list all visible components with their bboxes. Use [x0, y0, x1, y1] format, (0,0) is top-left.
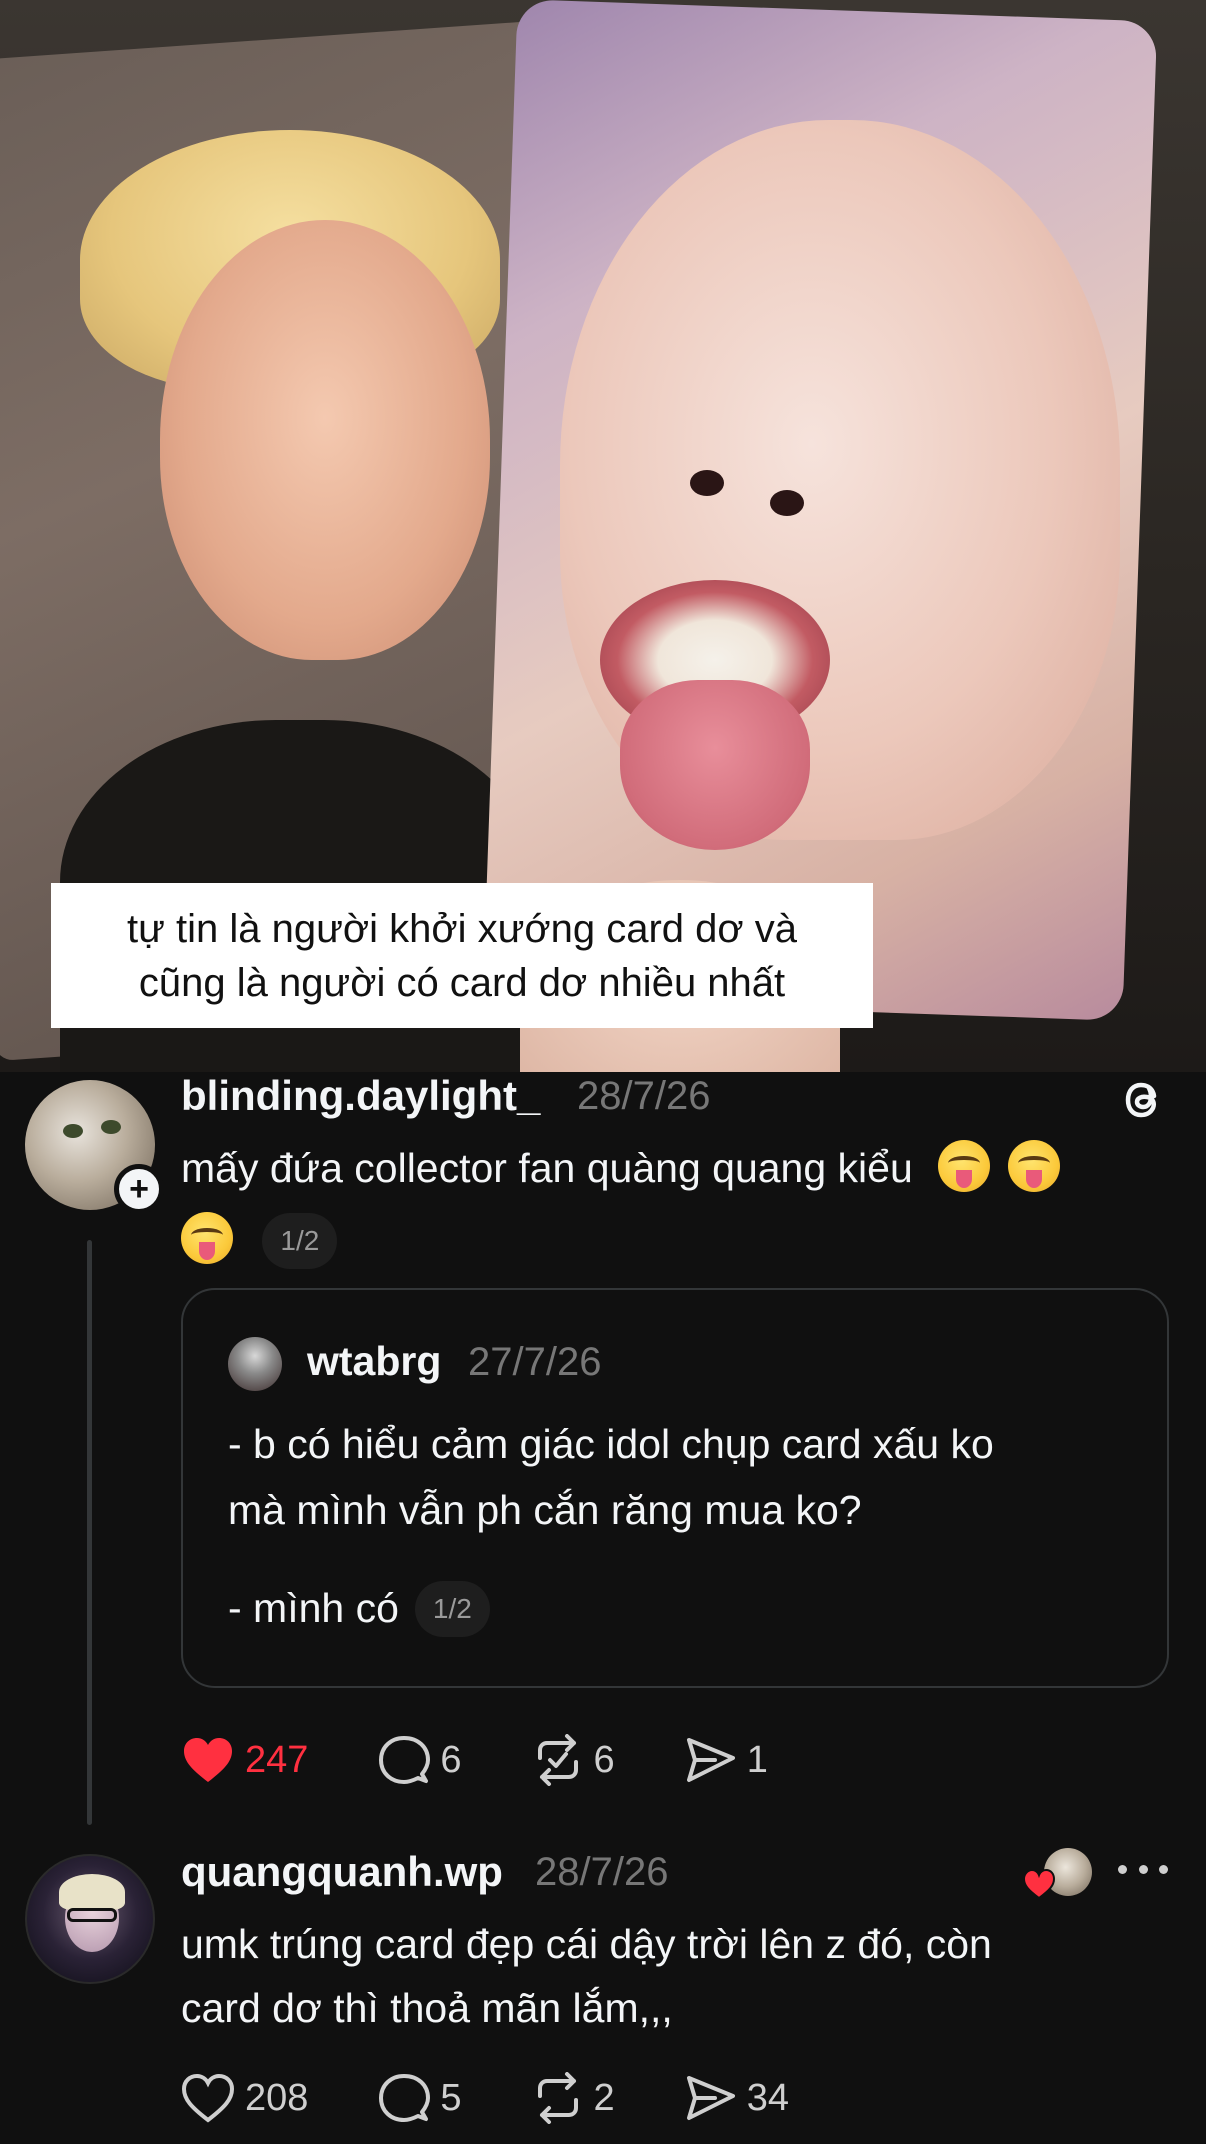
repost-button[interactable]: 6: [532, 1734, 615, 1786]
more-options-icon[interactable]: [1118, 1862, 1168, 1876]
heart-icon: [181, 2073, 235, 2123]
image-caption-line: cũng là người có card dơ nhiều nhất: [138, 960, 786, 1005]
quoted-text-line-last: - mình có 1/2: [228, 1576, 490, 1640]
like-count: 247: [245, 1738, 309, 1781]
carousel-page-indicator: 1/2: [262, 1213, 338, 1269]
reply-date: 28/7/26: [535, 1850, 669, 1894]
quoted-date: 27/7/26: [468, 1340, 602, 1384]
quoted-text-line: - b có hiểu cảm giác idol chụp card xấu …: [228, 1421, 994, 1467]
share-button[interactable]: 34: [685, 2072, 789, 2124]
reply-avatar-glasses: [67, 1908, 117, 1922]
comment-icon: [379, 2074, 431, 2122]
share-button[interactable]: 1: [685, 1734, 768, 1786]
cat-eye: [63, 1124, 83, 1138]
reply-text-line: umk trúng card đẹp cái dậy trời lên z đó…: [181, 1921, 992, 1967]
threads-screen: tự tin là người khởi xướng card dơ và cũ…: [0, 0, 1206, 2144]
quoted-avatar[interactable]: [228, 1337, 282, 1391]
share-count: 34: [746, 2076, 789, 2119]
photocard-right-tongue: [620, 680, 810, 850]
squinting-tongue-emoji-icon: [181, 1212, 233, 1264]
quoted-username[interactable]: wtabrg: [307, 1338, 441, 1385]
cat-eye: [101, 1120, 121, 1134]
post-text-content: mấy đứa collector fan quàng quang kiểu: [181, 1145, 913, 1191]
reply-avatar[interactable]: [25, 1854, 155, 1984]
share-count: 1: [746, 1738, 768, 1781]
image-caption-box: tự tin là người khởi xướng card dơ và cũ…: [51, 883, 873, 1028]
reply-avatar-hair: [59, 1874, 125, 1910]
post-date: 28/7/26: [577, 1074, 711, 1118]
quoted-page-indicator: 1/2: [414, 1581, 490, 1637]
post-media-image[interactable]: tự tin là người khởi xướng card dơ và cũ…: [0, 0, 1206, 1072]
quoted-text-line: mà mình vẫn ph cắn răng mua ko?: [228, 1487, 862, 1533]
post-username[interactable]: blinding.daylight_: [181, 1072, 540, 1120]
reply-text-line: card dơ thì thoả mãn lắm,,,: [181, 1985, 673, 2031]
like-button[interactable]: 208: [181, 2073, 308, 2123]
repost-count: 2: [593, 2076, 615, 2119]
repost-button[interactable]: 2: [532, 2072, 615, 2124]
comment-icon: [379, 1736, 431, 1784]
threads-logo-icon: [1125, 1082, 1157, 1118]
squinting-tongue-emoji-icon: [1007, 1140, 1060, 1192]
post-action-bar: 247 6 6 1: [181, 1730, 838, 1790]
reply-count: 6: [440, 1738, 462, 1781]
reply-action-bar: 208 5 2 34: [181, 2068, 859, 2128]
reply-username[interactable]: quangquanh.wp: [181, 1848, 503, 1896]
liked-by-author-heart-icon: [1022, 1868, 1056, 1900]
nostril-shape: [690, 470, 724, 496]
like-button[interactable]: 247: [181, 1735, 308, 1785]
repost-icon: [537, 2072, 578, 2124]
reply-count: 5: [440, 2076, 462, 2119]
reply-button[interactable]: 6: [378, 1734, 462, 1786]
like-count: 208: [245, 2076, 309, 2119]
photocard-left-face: [160, 220, 490, 660]
quoted-text-content: - mình có: [228, 1585, 399, 1631]
share-icon: [686, 1738, 735, 1782]
squinting-tongue-emoji-icon: [938, 1140, 991, 1192]
thread-connector-line: [87, 1240, 92, 1825]
reply-button[interactable]: 5: [378, 2072, 462, 2124]
post-text-continued: 1/2: [181, 1208, 338, 1272]
post-text: mấy đứa collector fan quàng quang kiểu: [181, 1136, 1171, 1200]
image-caption-line: tự tin là người khởi xướng card dơ và: [127, 906, 797, 951]
repost-count: 6: [593, 1738, 615, 1781]
follow-plus-icon[interactable]: +: [114, 1164, 164, 1214]
share-icon: [686, 2076, 735, 2120]
heart-filled-icon: [184, 1738, 232, 1782]
repost-icon: [537, 1734, 578, 1786]
nostril-shape: [770, 490, 804, 516]
